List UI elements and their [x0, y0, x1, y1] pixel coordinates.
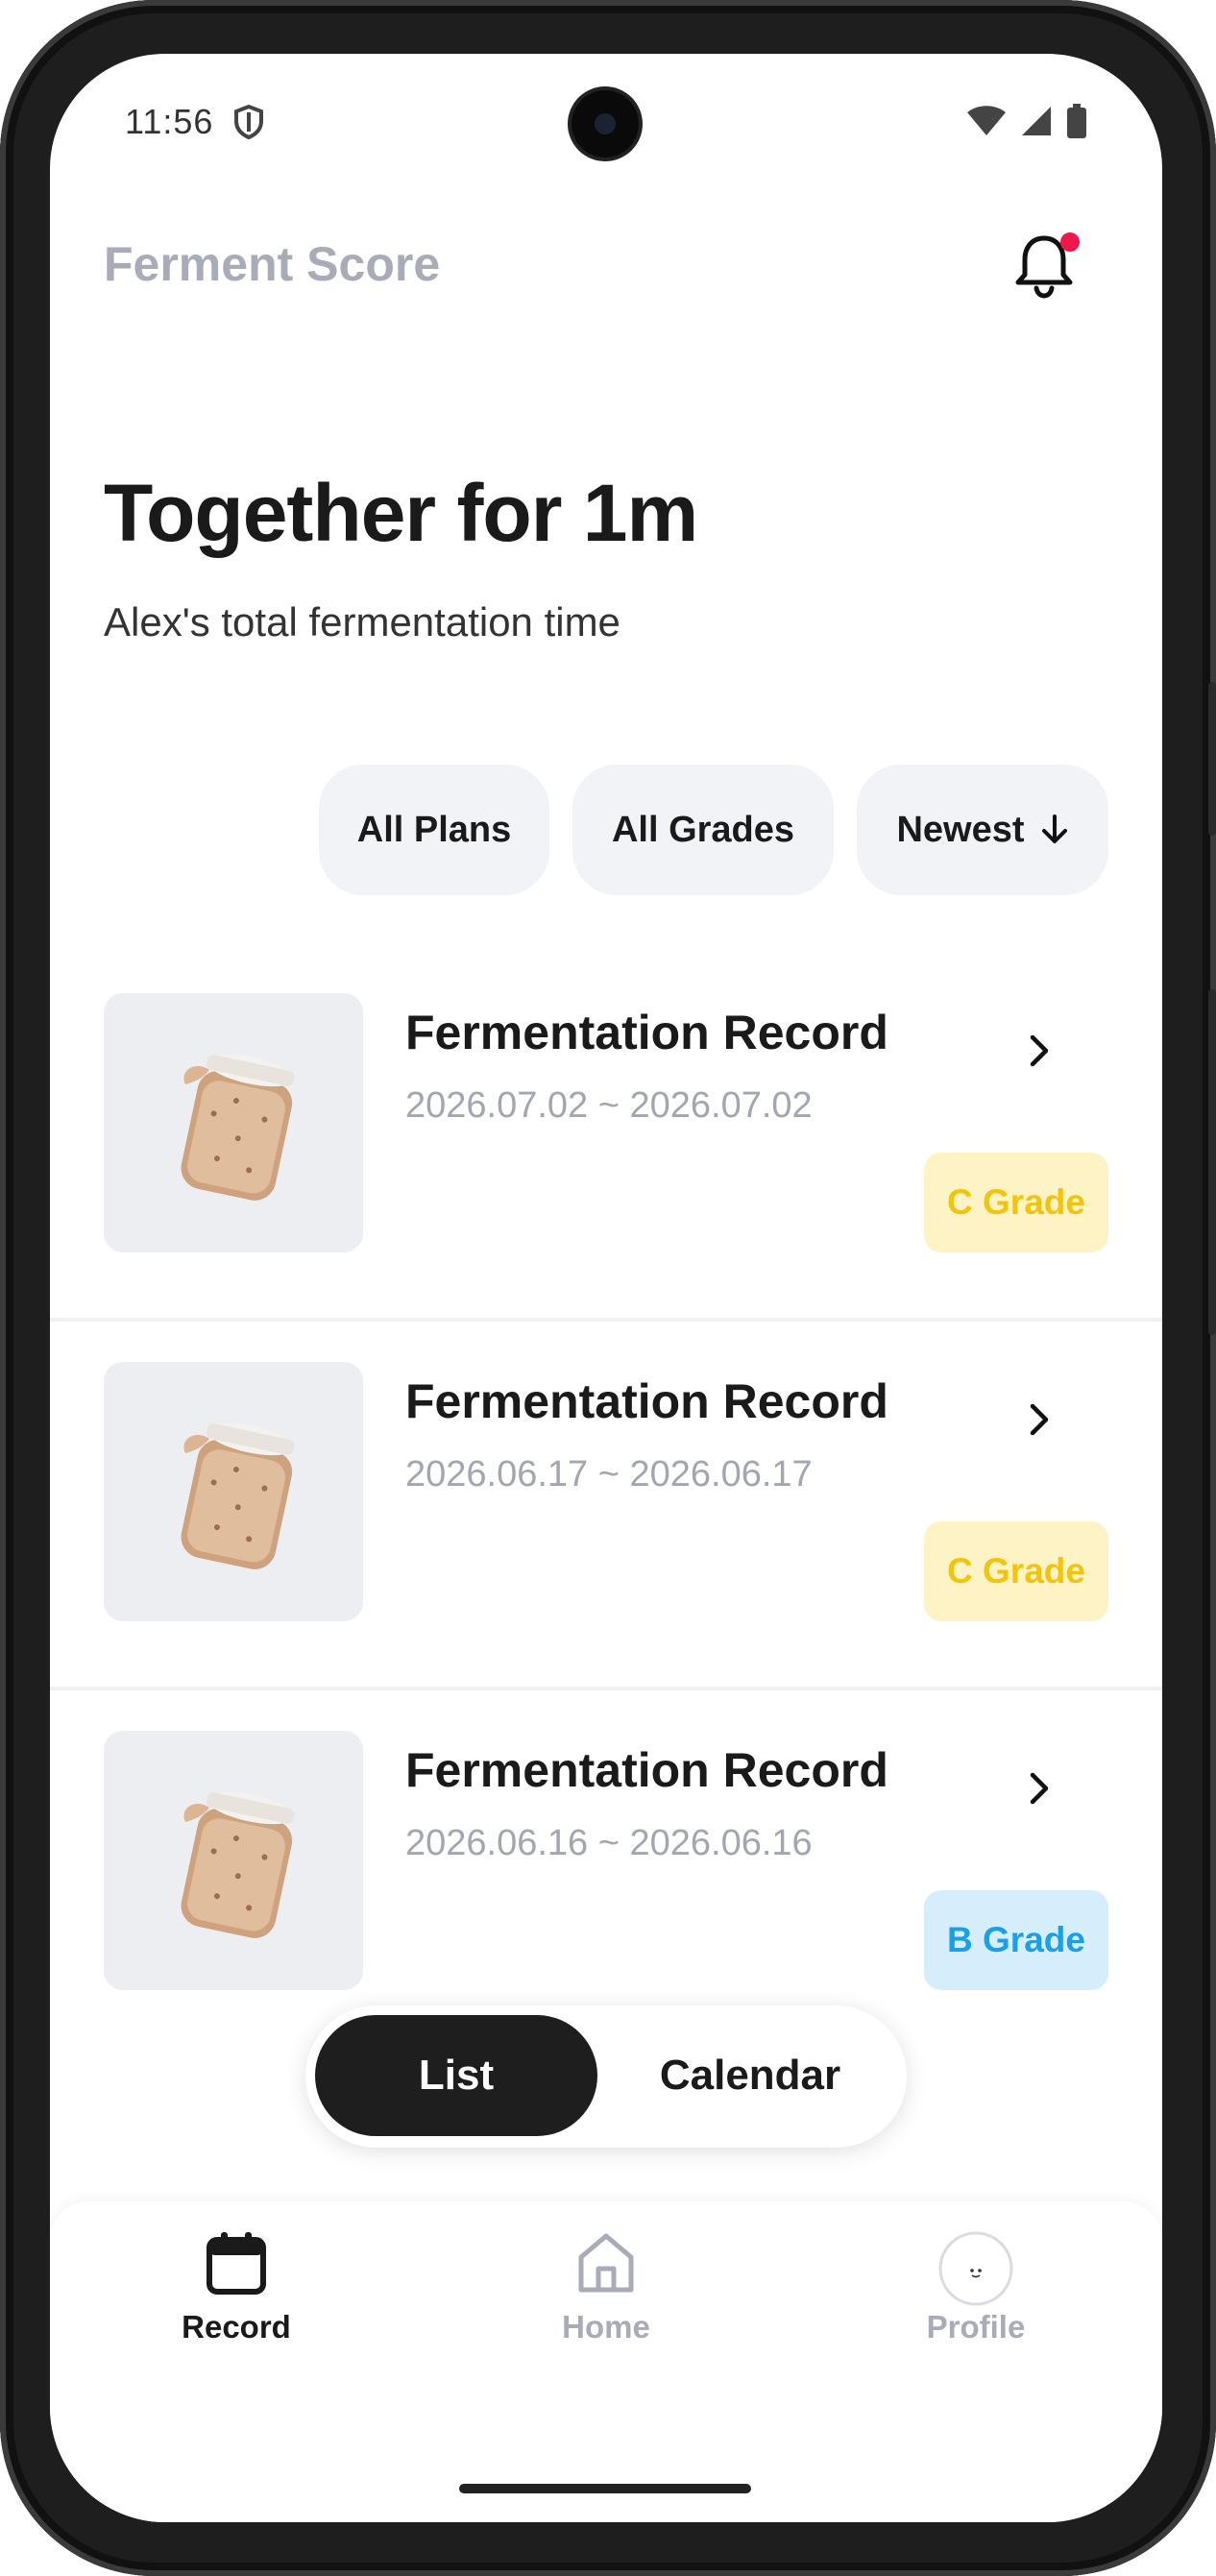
- nav-home[interactable]: Home: [500, 2230, 712, 2345]
- wifi-icon: [967, 106, 1006, 135]
- record-thumbnail: [104, 993, 363, 1252]
- filter-all-grades[interactable]: All Grades: [572, 765, 834, 895]
- app-screen: 11:56 Ferment Score Together for 1m Alex…: [50, 54, 1162, 2522]
- record-date-range: 2026.06.17 ~ 2026.06.17: [405, 1454, 813, 1495]
- battery-icon: [1067, 104, 1086, 138]
- home-icon: [578, 2233, 634, 2293]
- nav-record[interactable]: Record: [131, 2230, 342, 2345]
- divider: [50, 1318, 1162, 1322]
- record-item[interactable]: Fermentation Record 2026.06.17 ~ 2026.06…: [50, 1362, 1162, 1729]
- chevron-right-icon[interactable]: [1020, 1032, 1058, 1070]
- jar-image: [181, 1054, 295, 1201]
- status-time: 11:56: [125, 102, 214, 141]
- nav-label: Record: [182, 2309, 291, 2345]
- record-title: Fermentation Record: [405, 1006, 888, 1059]
- side-button: [1208, 682, 1216, 836]
- list-view-button[interactable]: List: [315, 2015, 597, 2136]
- divider: [50, 1687, 1162, 1690]
- jar-image: [181, 1422, 295, 1569]
- shield-icon: [234, 104, 263, 140]
- chevron-right-icon[interactable]: [1020, 1769, 1058, 1808]
- record-title: Fermentation Record: [405, 1374, 888, 1428]
- record-item[interactable]: Fermentation Record 2026.07.02 ~ 2026.07…: [50, 993, 1162, 1360]
- home-indicator[interactable]: [459, 2484, 751, 2493]
- record-date-range: 2026.06.16 ~ 2026.06.16: [405, 1823, 813, 1863]
- filter-all-plans[interactable]: All Plans: [319, 765, 549, 895]
- nav-label: Home: [562, 2309, 650, 2345]
- signal-icon: [1022, 107, 1051, 135]
- filter-label: All Grades: [611, 809, 795, 850]
- grade-badge: C Grade: [924, 1521, 1108, 1621]
- nav-profile[interactable]: Profile: [870, 2230, 1082, 2345]
- side-button: [1208, 989, 1216, 1335]
- record-date-range: 2026.07.02 ~ 2026.07.02: [405, 1085, 813, 1126]
- nav-label: Profile: [926, 2309, 1026, 2345]
- front-camera: [572, 90, 639, 158]
- hero-title: Together for 1m: [104, 468, 698, 558]
- avatar-icon: [938, 2231, 1013, 2306]
- hero-subtitle: Alex's total fermentation time: [104, 599, 620, 644]
- chevron-right-icon[interactable]: [1020, 1400, 1058, 1439]
- sort-label: Newest: [896, 809, 1025, 850]
- sort-newest[interactable]: Newest: [857, 765, 1108, 895]
- grade-badge: C Grade: [924, 1153, 1108, 1252]
- phone-frame: 11:56 Ferment Score Together for 1m Alex…: [0, 0, 1216, 2576]
- arrow-down-icon: [1041, 814, 1067, 843]
- view-toggle: List Calendar: [305, 2005, 907, 2148]
- filter-label: All Plans: [356, 809, 512, 850]
- record-thumbnail: [104, 1362, 363, 1621]
- grade-badge: B Grade: [924, 1890, 1108, 1990]
- jar-image: [181, 1791, 295, 1938]
- notification-dot: [1060, 232, 1080, 252]
- calendar-view-button[interactable]: Calendar: [603, 2015, 897, 2136]
- status-icons: [966, 104, 1087, 138]
- record-title: Fermentation Record: [405, 1743, 888, 1797]
- app-title: Ferment Score: [104, 237, 441, 291]
- record-thumbnail: [104, 1731, 363, 1990]
- calendar-icon: [207, 2232, 266, 2295]
- bottom-navigation: Record Home Profile: [50, 2201, 1162, 2522]
